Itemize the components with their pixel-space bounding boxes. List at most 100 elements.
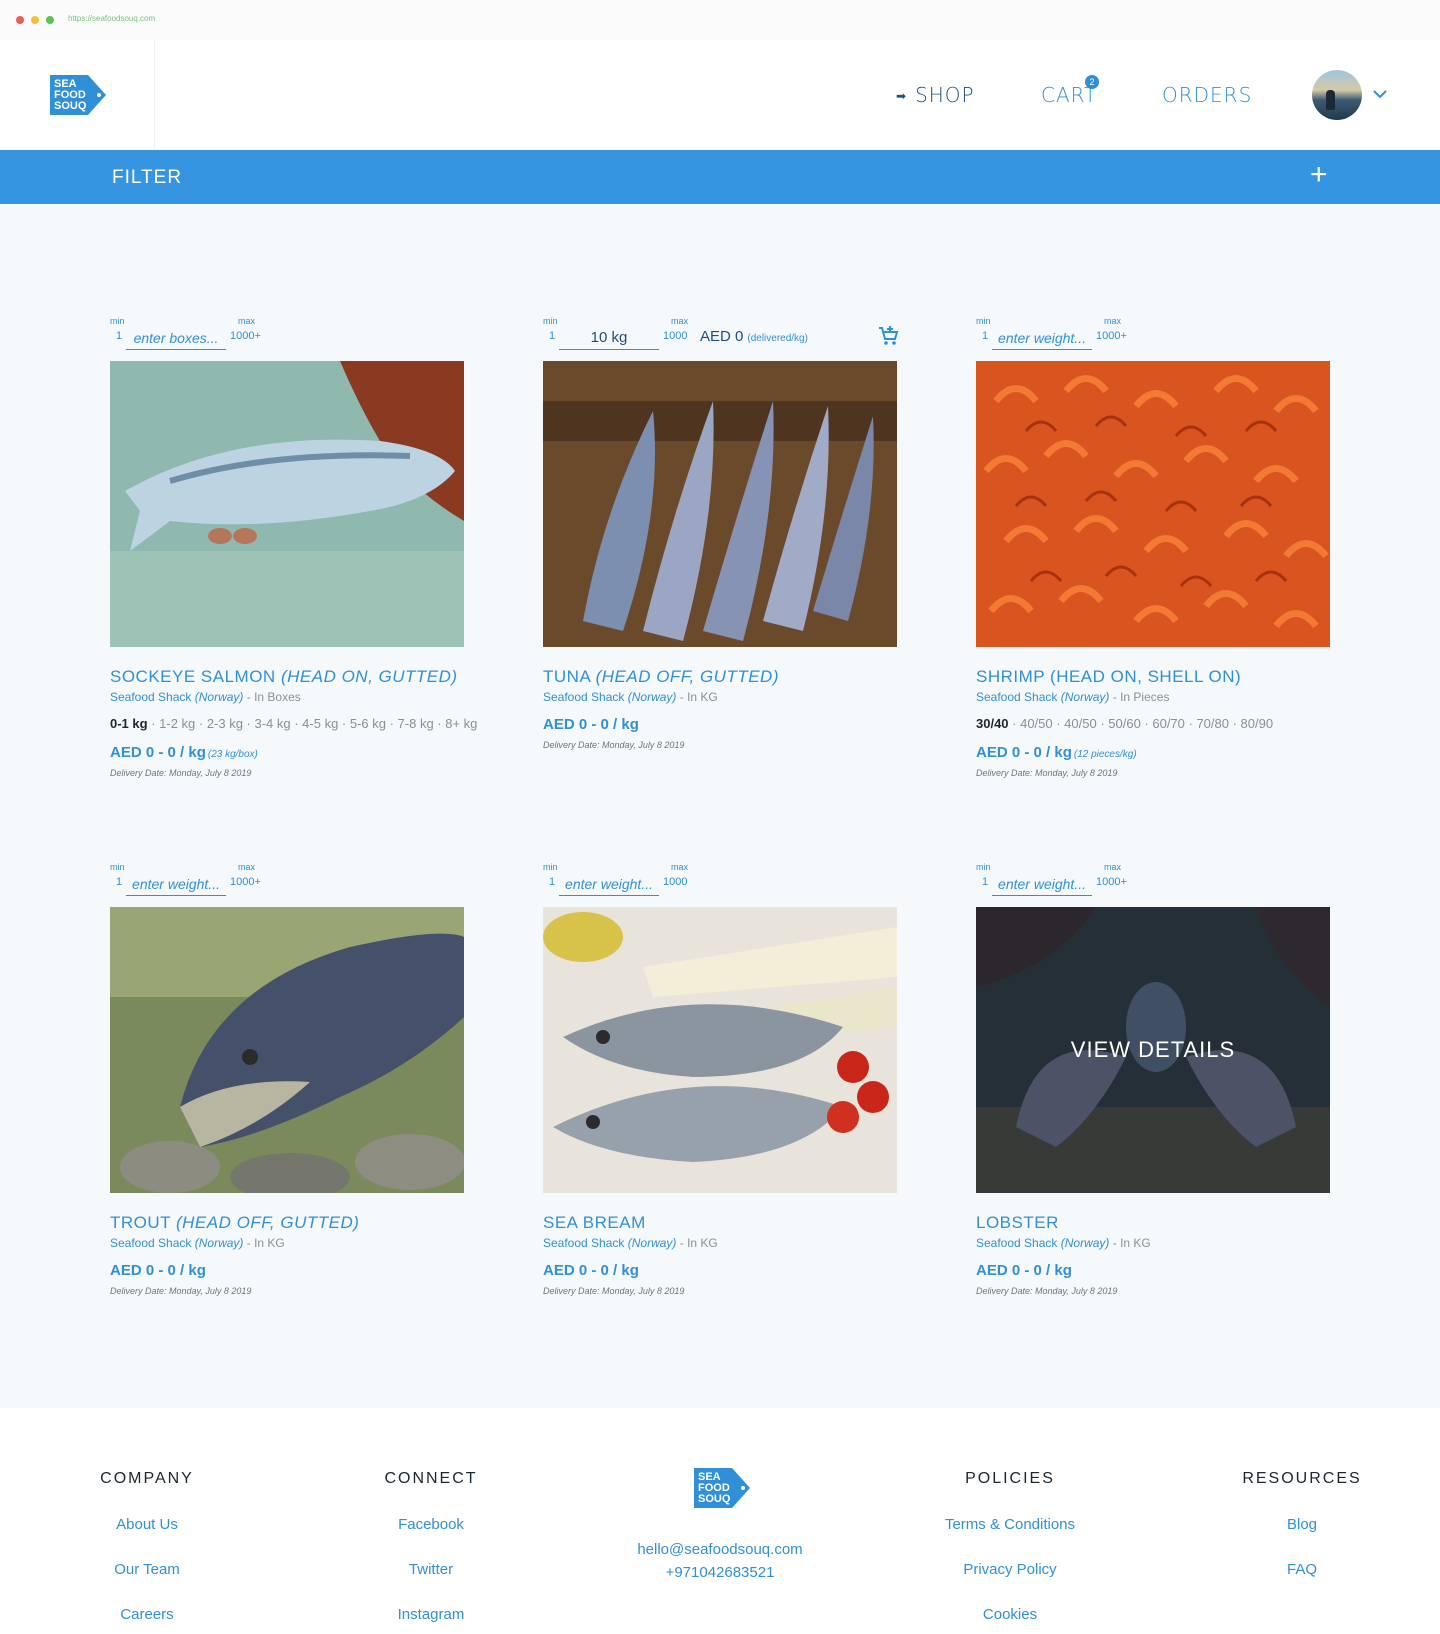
price-range: AED 0 - 0 / kg (23 kg/box): [110, 744, 258, 761]
footer-link-cookies[interactable]: Cookies: [920, 1606, 1100, 1623]
seller-name[interactable]: Seafood Shack: [543, 1236, 624, 1250]
price-range: AED 0 - 0 / kg: [543, 1262, 639, 1279]
quantity-selector: min 1 enter weight... max 1000: [543, 862, 897, 902]
product-detail: (HEAD OFF, GUTTED): [595, 667, 779, 686]
seller-info: Seafood Shack (Norway) - In Boxes: [110, 690, 301, 704]
size-other-options[interactable]: · 40/50 · 40/50 · 50/60 · 60/70 · 70/80 …: [1009, 716, 1273, 731]
product-name: TUNA: [543, 667, 591, 686]
product-image[interactable]: VIEW DETAILS: [976, 907, 1330, 1193]
nav-shop[interactable]: ➡ SHOP: [896, 83, 975, 107]
seller-name[interactable]: Seafood Shack: [976, 690, 1057, 704]
product-title[interactable]: SHRIMP (HEAD ON, SHELL ON): [976, 667, 1241, 687]
max-label: max: [671, 862, 689, 872]
delivery-date: Delivery Date: Monday, July 8 2019: [110, 768, 252, 778]
max-value: 1000+: [230, 876, 261, 888]
quantity-selector: min 1 enter weight... max 1000+: [976, 862, 1330, 902]
min-value: 1: [116, 330, 123, 342]
footer-link-privacy[interactable]: Privacy Policy: [920, 1561, 1100, 1578]
seller-name[interactable]: Seafood Shack: [543, 690, 624, 704]
product-image[interactable]: [543, 361, 897, 647]
window-minimize-dot[interactable]: [31, 16, 39, 24]
product-image[interactable]: [543, 907, 897, 1193]
site-header: SEA FOOD SOUQ ➡ SHOP CART 2 ORDERS: [0, 40, 1440, 150]
footer-link-faq[interactable]: FAQ: [1232, 1561, 1372, 1578]
product-card: min 1 enter boxes... max 1000+ SOCKEYE S…: [110, 316, 477, 778]
add-to-cart-icon[interactable]: [876, 324, 900, 348]
product-image[interactable]: [110, 907, 464, 1193]
quantity-input[interactable]: 10 kg: [559, 325, 659, 350]
delivery-date: Delivery Date: Monday, July 8 2019: [543, 1286, 685, 1296]
user-avatar[interactable]: [1312, 70, 1362, 120]
product-title[interactable]: SEA BREAM: [543, 1213, 646, 1233]
size-selected[interactable]: 30/40: [976, 716, 1009, 731]
nav-orders[interactable]: ORDERS: [1162, 83, 1252, 107]
seller-name[interactable]: Seafood Shack: [110, 690, 191, 704]
footer-heading: RESOURCES: [1242, 1470, 1362, 1487]
size-options[interactable]: 30/40 · 40/50 · 40/50 · 50/60 · 60/70 · …: [976, 716, 1273, 731]
cart-count-badge: 2: [1085, 75, 1099, 89]
min-label: min: [976, 316, 991, 326]
max-label: max: [1104, 862, 1122, 872]
quantity-selector: min 1 enter weight... max 1000+: [976, 316, 1330, 356]
quantity-input[interactable]: enter weight...: [992, 871, 1092, 896]
product-title[interactable]: TROUT (HEAD OFF, GUTTED): [110, 1213, 359, 1233]
logo-line-3: SOUQ: [54, 100, 87, 112]
product-card: min 1 enter weight... max 1000+ VIEW DET…: [976, 862, 1330, 1296]
seller-origin: (Norway): [1060, 1236, 1110, 1250]
price-note: (23 kg/box): [207, 749, 258, 760]
price-note: (12 pieces/kg): [1073, 749, 1137, 760]
inline-price-value: AED 0: [700, 328, 744, 345]
sale-unit: - In Pieces: [1109, 690, 1170, 704]
price-range: AED 0 - 0 / kg: [543, 716, 639, 733]
quantity-input[interactable]: enter weight...: [559, 871, 659, 896]
size-other-options[interactable]: · 1-2 kg · 2-3 kg · 3-4 kg · 4-5 kg · 5-…: [148, 716, 477, 731]
seller-info: Seafood Shack (Norway) - In KG: [543, 1236, 718, 1250]
sale-unit: - In Boxes: [243, 690, 301, 704]
product-image[interactable]: [110, 361, 464, 647]
view-details-overlay[interactable]: VIEW DETAILS: [976, 907, 1330, 1193]
footer-link-terms[interactable]: Terms & Conditions: [920, 1516, 1100, 1533]
inline-price-note: (delivered/kg): [747, 333, 808, 344]
footer-link-twitter[interactable]: Twitter: [366, 1561, 496, 1578]
price-value: AED 0 - 0 / kg: [110, 1262, 206, 1279]
product-name: LOBSTER: [976, 1213, 1059, 1232]
price-value: AED 0 - 0 / kg: [543, 716, 639, 733]
window-close-dot[interactable]: [16, 16, 24, 24]
quantity-input[interactable]: enter weight...: [992, 325, 1092, 350]
footer-link-blog[interactable]: Blog: [1232, 1516, 1372, 1533]
product-name: SEA BREAM: [543, 1213, 646, 1232]
filter-bar[interactable]: FILTER +: [0, 150, 1440, 204]
seller-name[interactable]: Seafood Shack: [976, 1236, 1057, 1250]
product-title[interactable]: LOBSTER: [976, 1213, 1059, 1233]
browser-chrome: https://seafoodsouq.com: [0, 0, 1440, 40]
address-bar-url[interactable]: https://seafoodsouq.com: [68, 14, 155, 23]
product-image[interactable]: [976, 361, 1330, 647]
min-value: 1: [116, 876, 123, 888]
price-value: AED 0 - 0 / kg: [543, 1262, 639, 1279]
contact-phone[interactable]: +971042683521: [600, 1561, 840, 1584]
footer-link-about[interactable]: About Us: [82, 1516, 212, 1533]
footer-logo[interactable]: SEA FOOD SOUQ: [694, 1468, 750, 1508]
footer-contact: hello@seafoodsouq.com +971042683521: [600, 1538, 840, 1584]
arrow-right-icon: ➡: [896, 89, 908, 103]
footer-link-careers[interactable]: Careers: [82, 1606, 212, 1623]
seller-name[interactable]: Seafood Shack: [110, 1236, 191, 1250]
price-value: AED 0 - 0 / kg: [976, 1262, 1072, 1279]
product-title[interactable]: SOCKEYE SALMON (HEAD ON, GUTTED): [110, 667, 458, 687]
window-maximize-dot[interactable]: [46, 16, 54, 24]
footer-link-instagram[interactable]: Instagram: [366, 1606, 496, 1623]
size-selected[interactable]: 0-1 kg: [110, 716, 148, 731]
seller-origin: (Norway): [194, 690, 244, 704]
footer-link-facebook[interactable]: Facebook: [366, 1516, 496, 1533]
plus-icon[interactable]: +: [1310, 158, 1328, 192]
seafood-souq-logo[interactable]: SEA FOOD SOUQ: [50, 75, 106, 115]
product-title[interactable]: TUNA (HEAD OFF, GUTTED): [543, 667, 779, 687]
quantity-input[interactable]: enter boxes...: [126, 325, 226, 350]
chevron-down-icon[interactable]: [1372, 86, 1388, 102]
contact-email[interactable]: hello@seafoodsouq.com: [600, 1538, 840, 1561]
footer-heading: POLICIES: [965, 1470, 1055, 1487]
sale-unit: - In KG: [676, 690, 718, 704]
size-options[interactable]: 0-1 kg · 1-2 kg · 2-3 kg · 3-4 kg · 4-5 …: [110, 716, 477, 731]
footer-link-team[interactable]: Our Team: [82, 1561, 212, 1578]
quantity-input[interactable]: enter weight...: [126, 871, 226, 896]
